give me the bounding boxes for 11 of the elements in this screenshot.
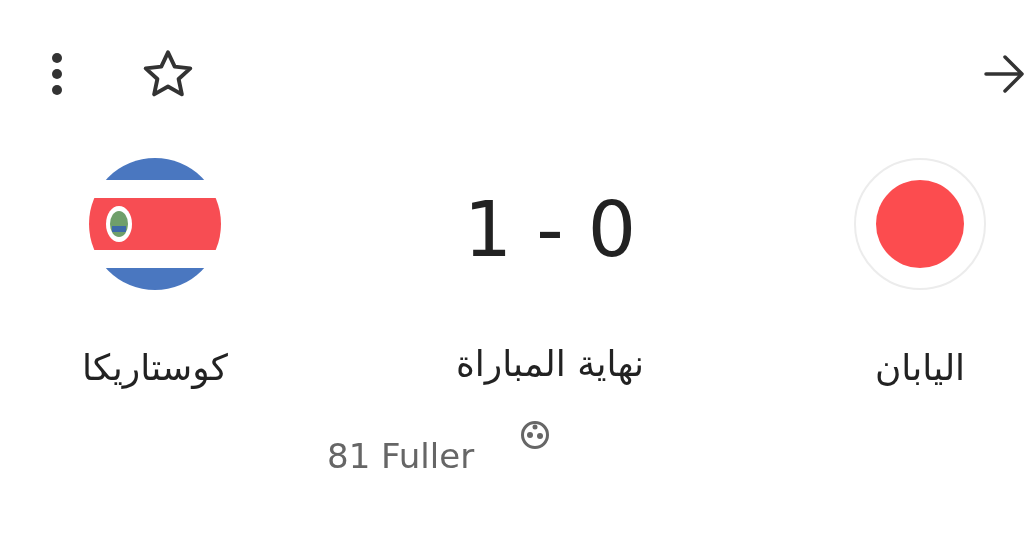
team-name: اليابان — [874, 346, 966, 390]
forward-arrow-icon[interactable] — [983, 54, 1027, 94]
goal-scorer: 81 Fuller — [327, 435, 475, 478]
more-options-icon[interactable] — [50, 52, 64, 96]
soccer-ball-icon — [520, 420, 551, 450]
flag-icon — [854, 158, 986, 290]
star-icon[interactable] — [142, 49, 194, 99]
team-name: كوستاريكا — [82, 346, 228, 391]
flag-icon — [89, 158, 221, 290]
score: 1 - 0 — [463, 184, 637, 276]
match-status: نهاية المباراة — [455, 342, 645, 387]
